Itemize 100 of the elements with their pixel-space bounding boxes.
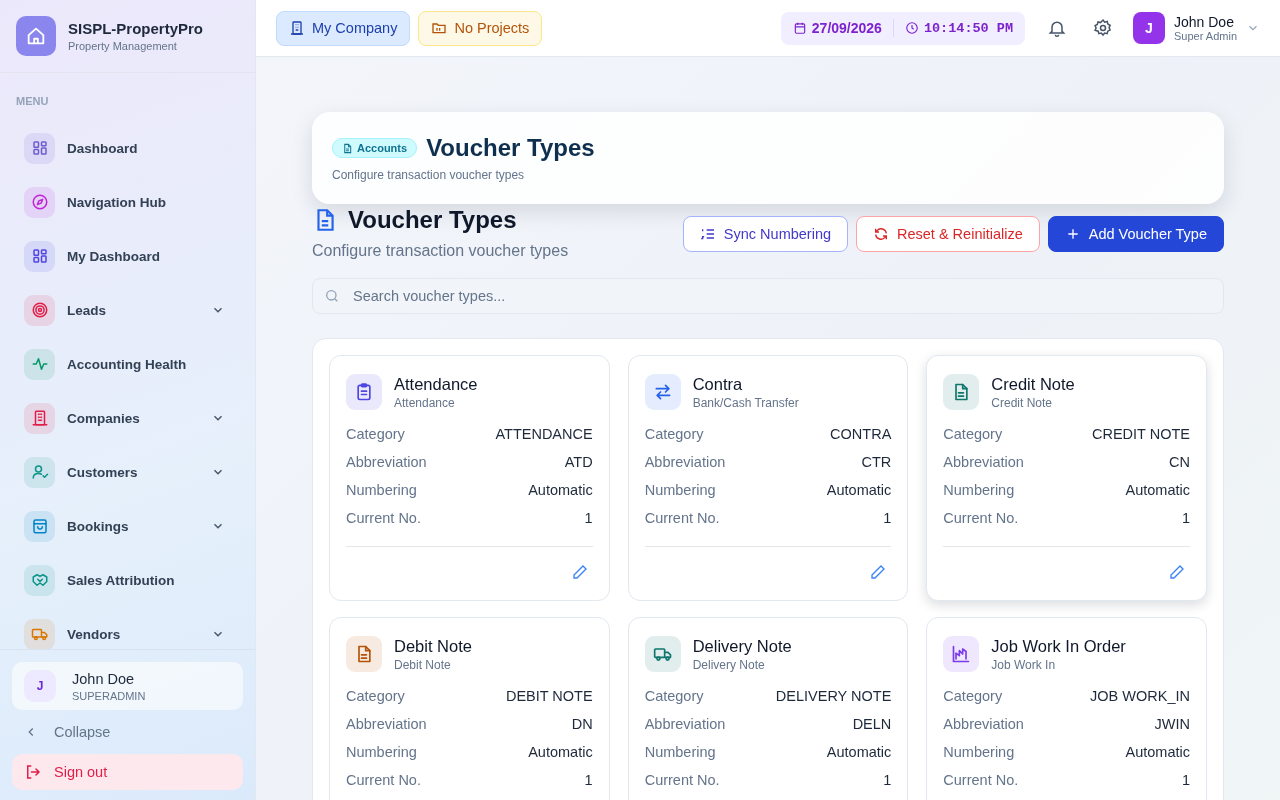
voucher-name: Credit Note [991,374,1075,394]
field-label: Abbreviation [644,454,726,470]
field-value: DELN [852,716,892,732]
nav-item[interactable]: Dashboard [12,121,243,175]
user-name: John Doe [72,670,136,687]
user-card[interactable]: J John Doe SUPERADMIN [12,662,243,710]
field-label: Current No. [346,772,421,788]
field-label: Numbering [943,482,1015,498]
voucher-subtitle: Credit Note [991,395,1054,410]
list-icon [699,226,716,242]
field-label: Abbreviation [644,716,726,732]
nav-item[interactable]: Sales Attribution [12,553,243,607]
field-value: 1 [584,772,593,788]
nav-item[interactable]: Vendors [12,607,243,649]
field-value: CONTRA [830,426,892,442]
voucher-name: Job Work In Order [991,636,1126,656]
field-label: Current No. [644,510,720,526]
nav-item[interactable]: Navigation Hub [12,175,243,229]
field-label: Numbering [346,744,417,760]
field-value: JOB WORK_IN [1090,688,1190,704]
logout-icon [24,763,42,781]
pencil-icon[interactable] [1168,563,1186,581]
field-label: Numbering [943,744,1015,760]
nav-item[interactable]: Customers [12,445,243,499]
settings-icon[interactable] [1093,18,1113,38]
nav-item[interactable]: My Dashboard [12,229,243,283]
nav-item[interactable]: Accounting Health [12,337,243,391]
header-subtitle: Configure transaction voucher types [332,168,526,182]
field-value: 1 [1181,772,1190,788]
app-subtitle: Property Management [68,40,178,52]
voucher-name: Delivery Note [692,636,792,656]
voucher-name: Attendance [394,374,478,394]
field-label: Current No. [943,510,1019,526]
field-label: Category [644,426,704,442]
voucher-subtitle: Debit Note [394,657,452,672]
app-name: SISPL-PropertyPro [68,20,204,37]
field-label: Numbering [644,482,716,498]
field-value: Automatic [826,482,892,498]
company-selector[interactable]: My Company [276,10,411,46]
field-value: DN [571,716,593,732]
field-label: Numbering [346,482,417,498]
field-label: Abbreviation [943,454,1024,470]
time-text: 10:14:50 PM [923,20,1013,36]
voucher-name: Contra [692,374,744,394]
field-label: Current No. [943,772,1019,788]
folder-icon [431,20,448,36]
add-voucher-type-button[interactable]: Add Voucher Type [1047,216,1224,252]
field-label: Category [943,688,1003,704]
field-label: Category [644,688,704,704]
field-value: JWIN [1154,716,1190,732]
field-value: Automatic [1125,744,1190,760]
field-label: Category [943,426,1003,442]
voucher-subtitle: Bank/Cash Transfer [692,395,799,410]
nav-item[interactable]: Leads [12,283,243,337]
field-value: Automatic [1125,482,1190,498]
field-value: 1 [584,510,593,526]
document-icon [342,142,353,154]
collapse-button[interactable]: Collapse [12,710,243,754]
voucher-name: Debit Note [394,636,472,656]
field-value: CREDIT NOTE [1091,426,1190,442]
reset-button[interactable]: Reset & Reinitialize [856,216,1040,252]
section-badge: Accounts [332,138,418,158]
voucher-subtitle: Attendance [394,395,456,410]
field-value: DEBIT NOTE [505,688,593,704]
field-value: ATTENDANCE [495,426,593,442]
project-selector[interactable]: No Projects [418,10,543,46]
house-icon [16,16,56,56]
clock-icon [904,21,919,35]
field-value: Automatic [826,744,892,760]
user-role: Super Admin [1174,30,1237,42]
sign-out-button[interactable]: Sign out [12,754,243,790]
field-value: 1 [883,510,892,526]
user-menu[interactable]: J John Doe Super Admin [1133,12,1260,44]
field-value: CN [1169,454,1190,470]
pencil-icon[interactable] [570,563,589,581]
building-icon [289,20,305,36]
date-text: 27/09/2026 [811,20,882,36]
search-field[interactable]: Search voucher types... [312,278,1224,314]
menu-heading: MENU [15,95,50,107]
field-label: Abbreviation [346,454,427,470]
field-value: 1 [883,772,892,788]
page-title: Voucher Types [348,206,517,234]
voucher-subtitle: Delivery Note [692,657,766,672]
user-role: SUPERADMIN [72,689,146,702]
user-name: John Doe [1174,14,1235,30]
field-label: Numbering [644,744,716,760]
refresh-icon [873,226,889,242]
field-label: Category [346,426,405,442]
nav-item[interactable]: Bookings [12,499,243,553]
calendar-icon [792,21,807,35]
header-title: Voucher Types [426,134,595,162]
field-value: 1 [1181,510,1190,526]
avatar: J [1133,12,1165,44]
field-value: CTR [861,454,892,470]
field-value: Automatic [528,744,593,760]
field-label: Category [346,688,405,704]
nav-item[interactable]: Companies [12,391,243,445]
sync-numbering-button[interactable]: Sync Numbering [682,216,848,252]
field-value: ATD [564,454,593,470]
voucher-subtitle: Job Work In [991,657,1057,672]
